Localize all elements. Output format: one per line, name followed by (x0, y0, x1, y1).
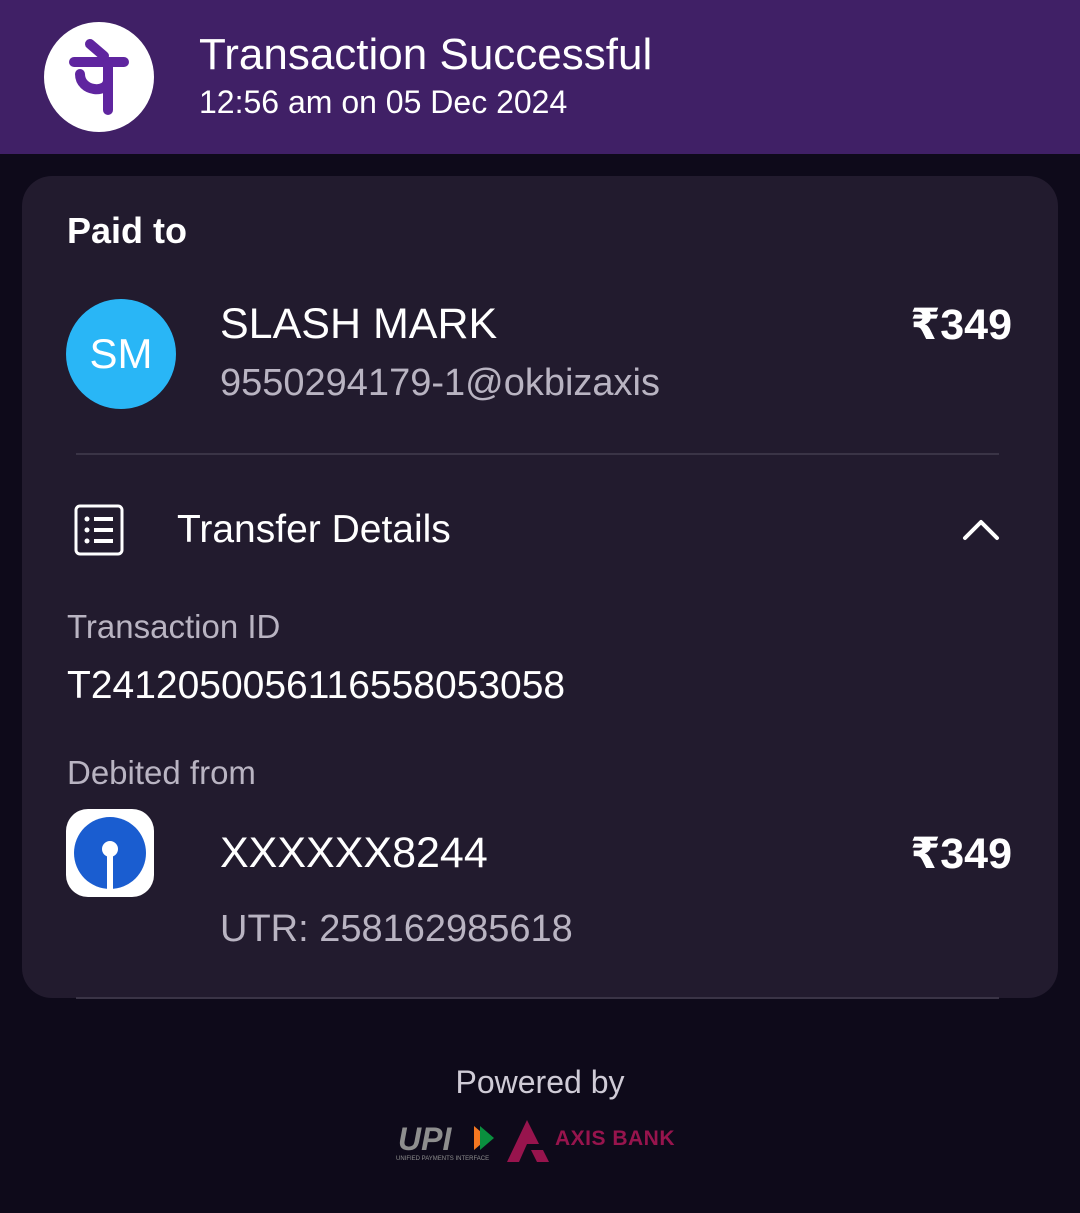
divider (76, 453, 999, 455)
chevron-up-icon[interactable] (960, 514, 1002, 549)
debited-from-label: Debited from (67, 754, 256, 791)
bank-name: AXIS BANK (555, 1127, 676, 1150)
debited-amount: ₹349 (910, 830, 1012, 878)
powered-by-label: Powered by (455, 1064, 625, 1100)
account-number: XXXXXX8244 (220, 829, 488, 877)
receipt-list-icon (74, 504, 124, 561)
transaction-id-label: Transaction ID (67, 608, 281, 645)
svg-text:UPI: UPI (398, 1121, 452, 1157)
payee-name: SLASH MARK (220, 300, 498, 348)
payee-upi-id: 9550294179-1@okbizaxis (220, 362, 660, 404)
upi-logo-icon: UPI UNIFIED PAYMENTS INTERFACE (396, 1120, 496, 1167)
transfer-details-toggle[interactable]: Transfer Details (177, 508, 451, 552)
svg-text:UNIFIED PAYMENTS INTERFACE: UNIFIED PAYMENTS INTERFACE (396, 1156, 489, 1162)
sbi-logo-icon (66, 809, 154, 897)
transaction-id-value[interactable]: T2412050056116558053058 (67, 664, 565, 708)
paid-to-label: Paid to (67, 210, 188, 251)
axis-bank-logo-icon (505, 1118, 557, 1169)
transaction-card (22, 176, 1058, 998)
paid-amount: ₹349 (910, 301, 1012, 349)
phonepe-logo-icon (44, 22, 154, 132)
page-title: Transaction Successful (199, 30, 653, 79)
transaction-timestamp: 12:56 am on 05 Dec 2024 (199, 84, 568, 120)
header-bar: Transaction Successful 12:56 am on 05 De… (0, 0, 1080, 154)
divider (76, 997, 999, 999)
utr-number[interactable]: UTR: 258162985618 (220, 908, 573, 951)
payee-avatar: SM (66, 299, 176, 409)
